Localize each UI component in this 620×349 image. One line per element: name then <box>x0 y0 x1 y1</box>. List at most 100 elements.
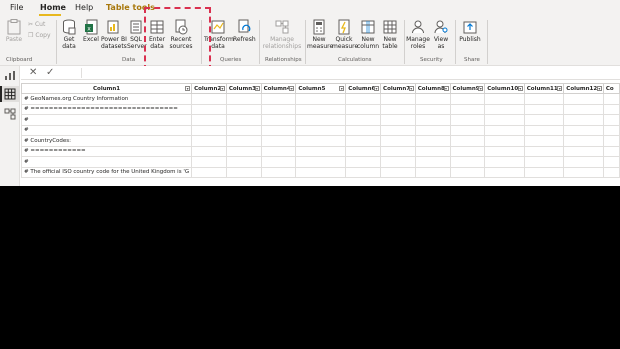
tab-help[interactable]: Help <box>75 3 93 12</box>
empty-cell[interactable] <box>225 156 262 168</box>
empty-cell[interactable] <box>414 135 451 147</box>
sql-server-button[interactable]: SQL Server <box>127 19 147 50</box>
column1-cell[interactable]: # <box>21 114 193 126</box>
empty-cell[interactable] <box>295 145 347 157</box>
formula-input[interactable] <box>81 68 616 78</box>
empty-cell[interactable] <box>260 114 297 126</box>
column-header[interactable]: Column12 ▾ <box>563 83 604 94</box>
empty-cell[interactable] <box>380 166 416 178</box>
column1-cell[interactable]: # The official ISO country code for the … <box>21 166 193 178</box>
column-header[interactable]: Column10 ▾ <box>484 83 525 94</box>
view-as-button[interactable]: View as <box>432 19 450 50</box>
column-header[interactable]: Column11 ▾ <box>523 83 565 94</box>
column-header[interactable]: Column1 ▾ <box>21 83 193 94</box>
empty-cell[interactable] <box>380 156 416 168</box>
empty-cell[interactable] <box>449 156 486 168</box>
empty-cell[interactable] <box>414 114 451 126</box>
column1-cell[interactable]: # CountryCodes: <box>21 135 193 147</box>
empty-cell[interactable] <box>414 124 451 136</box>
paste-button[interactable]: Paste <box>4 19 24 43</box>
empty-cell[interactable] <box>523 114 565 126</box>
empty-cell[interactable] <box>260 103 297 115</box>
empty-cell[interactable] <box>563 166 604 178</box>
empty-cell[interactable] <box>345 166 382 178</box>
empty-cell[interactable] <box>380 103 416 115</box>
column-filter-dropdown-icon[interactable]: ▾ <box>478 86 484 91</box>
empty-cell[interactable] <box>380 114 416 126</box>
model-view-icon[interactable] <box>4 108 16 120</box>
column1-cell[interactable]: # ================================ <box>21 103 193 115</box>
empty-cell[interactable] <box>225 103 262 115</box>
data-view-icon[interactable] <box>4 88 16 100</box>
column-header[interactable]: Column6 ▾ <box>345 83 382 94</box>
column-filter-dropdown-icon[interactable]: ▾ <box>517 86 523 91</box>
column-header[interactable]: Column4 ▾ <box>260 83 297 94</box>
empty-cell[interactable] <box>380 124 416 136</box>
empty-cell[interactable] <box>449 135 486 147</box>
column-filter-dropdown-icon[interactable]: ▾ <box>339 86 345 91</box>
column-filter-dropdown-icon[interactable]: ▾ <box>443 86 449 91</box>
empty-cell[interactable] <box>563 93 604 105</box>
column1-cell[interactable]: # GeoNames.org Country Information <box>21 93 193 105</box>
empty-cell[interactable] <box>602 166 620 178</box>
empty-cell[interactable] <box>602 124 620 136</box>
empty-cell[interactable] <box>563 145 604 157</box>
empty-cell[interactable] <box>484 135 525 147</box>
copy-button[interactable]: ❐ Copy <box>28 32 51 39</box>
empty-cell[interactable] <box>191 135 227 147</box>
cut-button[interactable]: ✂ Cut <box>28 21 45 28</box>
empty-cell[interactable] <box>449 145 486 157</box>
empty-cell[interactable] <box>191 114 227 126</box>
refresh-button[interactable]: Refresh <box>233 19 256 43</box>
empty-cell[interactable] <box>380 145 416 157</box>
report-view-icon[interactable] <box>4 69 16 81</box>
empty-cell[interactable] <box>191 166 227 178</box>
empty-cell[interactable] <box>523 103 565 115</box>
empty-cell[interactable] <box>484 156 525 168</box>
empty-cell[interactable] <box>260 93 297 105</box>
empty-cell[interactable] <box>345 135 382 147</box>
empty-cell[interactable] <box>563 114 604 126</box>
column-filter-dropdown-icon[interactable]: ▾ <box>219 86 225 91</box>
empty-cell[interactable] <box>345 114 382 126</box>
empty-cell[interactable] <box>563 103 604 115</box>
empty-cell[interactable] <box>414 145 451 157</box>
empty-cell[interactable] <box>295 135 347 147</box>
empty-cell[interactable] <box>345 156 382 168</box>
empty-cell[interactable] <box>414 156 451 168</box>
column1-cell[interactable]: # <box>21 156 193 168</box>
empty-cell[interactable] <box>345 93 382 105</box>
empty-cell[interactable] <box>484 114 525 126</box>
column-header[interactable]: Column7 ▾ <box>380 83 416 94</box>
empty-cell[interactable] <box>191 156 227 168</box>
empty-cell[interactable] <box>523 124 565 136</box>
empty-cell[interactable] <box>523 156 565 168</box>
empty-cell[interactable] <box>225 124 262 136</box>
empty-cell[interactable] <box>484 145 525 157</box>
empty-cell[interactable] <box>260 145 297 157</box>
empty-cell[interactable] <box>449 166 486 178</box>
empty-cell[interactable] <box>260 135 297 147</box>
empty-cell[interactable] <box>602 93 620 105</box>
column-header[interactable]: Column3 ▾ <box>225 83 262 94</box>
empty-cell[interactable] <box>449 103 486 115</box>
empty-cell[interactable] <box>191 124 227 136</box>
column1-cell[interactable]: # ============ <box>21 145 193 157</box>
empty-cell[interactable] <box>484 103 525 115</box>
empty-cell[interactable] <box>602 103 620 115</box>
empty-cell[interactable] <box>523 135 565 147</box>
empty-cell[interactable] <box>225 166 262 178</box>
get-data-button[interactable]: Get data <box>58 19 80 50</box>
empty-cell[interactable] <box>260 156 297 168</box>
new-table-button[interactable]: New table <box>380 19 400 50</box>
column-filter-dropdown-icon[interactable]: ▾ <box>185 86 191 91</box>
column1-cell[interactable]: # <box>21 124 193 136</box>
empty-cell[interactable] <box>563 124 604 136</box>
empty-cell[interactable] <box>260 166 297 178</box>
empty-cell[interactable] <box>523 145 565 157</box>
empty-cell[interactable] <box>484 124 525 136</box>
column-filter-dropdown-icon[interactable]: ▾ <box>557 86 563 91</box>
commit-formula-button[interactable]: ✓ <box>46 67 54 79</box>
empty-cell[interactable] <box>191 93 227 105</box>
column-header[interactable]: Co <box>602 83 620 94</box>
